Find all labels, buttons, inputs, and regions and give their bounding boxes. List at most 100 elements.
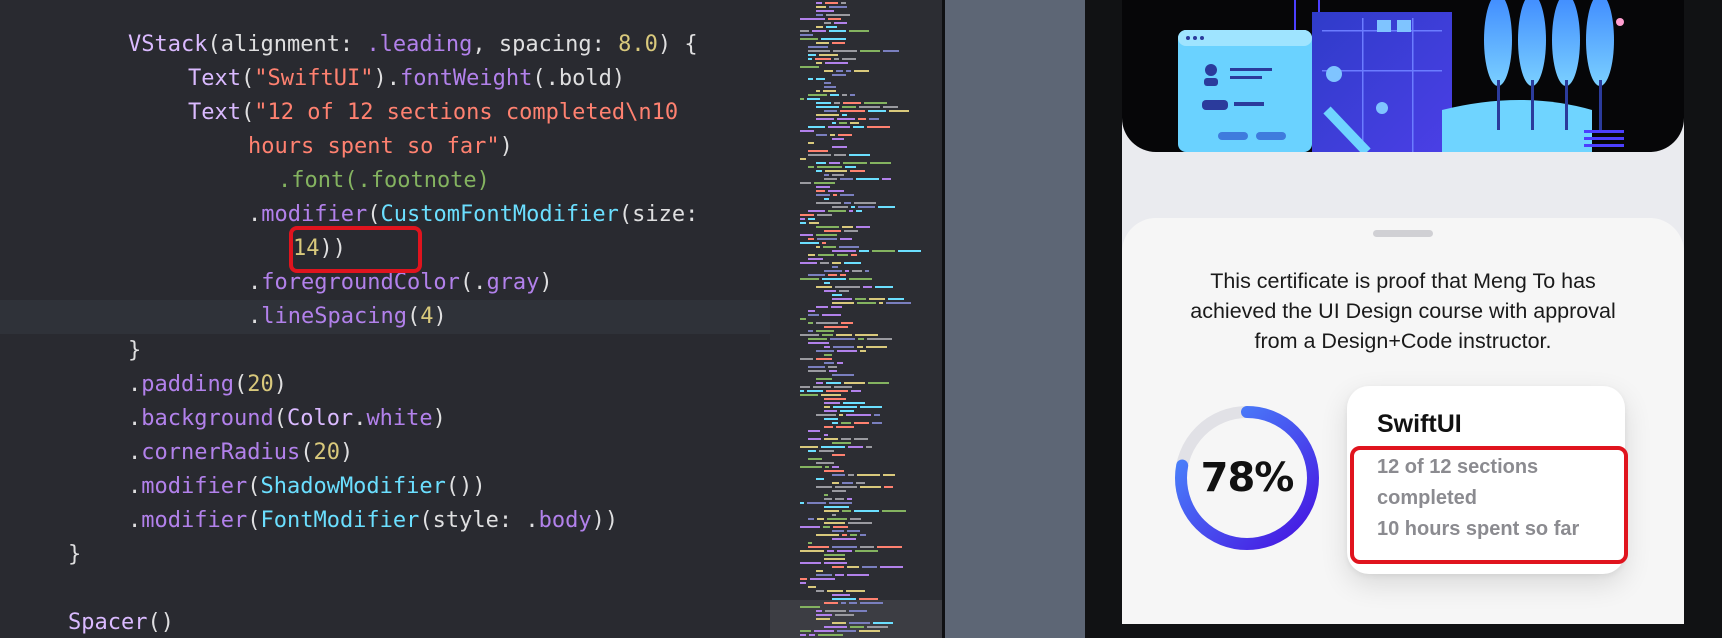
minimap-line — [832, 622, 846, 624]
minimap-line — [854, 202, 876, 204]
minimap-line — [848, 522, 872, 524]
minimap-line — [816, 10, 834, 12]
minimap-line — [816, 478, 824, 480]
minimap-line — [846, 70, 851, 72]
minimap-line — [800, 394, 818, 396]
minimap-line — [824, 406, 830, 408]
code-token: Spacer — [68, 610, 148, 635]
minimap-line — [888, 298, 904, 300]
minimap-line — [872, 250, 895, 252]
code-token: "SwiftUI" — [254, 66, 374, 91]
minimap-line — [824, 510, 839, 512]
code-line[interactable]: .lineSpacing(4) — [0, 300, 770, 334]
minimap-line — [824, 498, 832, 500]
minimap-line — [857, 474, 880, 476]
minimap-line — [814, 630, 834, 632]
minimap-line — [836, 426, 854, 428]
minimap-line — [808, 586, 816, 588]
minimap-line — [889, 110, 909, 112]
minimap-line — [839, 290, 849, 292]
minimap-line — [824, 362, 834, 364]
minimap-line — [832, 138, 844, 140]
code-line[interactable]: .cornerRadius(20) — [0, 436, 770, 470]
minimap-line — [830, 338, 855, 340]
code-token: "12 of 12 sections completed\n10 — [254, 100, 679, 125]
code-token: white — [366, 406, 433, 431]
code-line[interactable]: Text("12 of 12 sections completed\n10 — [0, 96, 770, 130]
minimap-line — [847, 498, 852, 500]
code-line[interactable]: Spacer() — [0, 606, 770, 638]
minimap-line — [851, 390, 861, 392]
minimap-line — [869, 118, 879, 120]
minimap-line — [824, 434, 828, 436]
code-line[interactable] — [0, 572, 770, 606]
minimap-line — [849, 602, 857, 604]
minimap-line — [800, 606, 820, 608]
code-token: 20 — [247, 372, 274, 397]
minimap-line — [824, 270, 842, 272]
code-token: , spacing: — [472, 32, 619, 57]
minimap-line — [816, 62, 822, 64]
minimap-line — [816, 114, 839, 116]
minimap-line — [800, 634, 806, 636]
minimap-line — [824, 554, 845, 556]
code-line[interactable]: .font(.footnote) — [0, 164, 770, 198]
code-line[interactable]: .padding(20) — [0, 368, 770, 402]
minimap-line — [816, 358, 832, 360]
code-token: } — [128, 338, 142, 363]
code-token: ( — [300, 440, 314, 465]
code-line[interactable]: .modifier(FontModifier(style: .body)) — [0, 504, 770, 538]
minimap-line — [883, 106, 898, 108]
minimap-line — [833, 50, 857, 52]
code-token: ()) — [445, 474, 486, 499]
minimap-line — [837, 254, 848, 256]
minimap-line — [837, 630, 856, 632]
minimap-line — [832, 42, 845, 44]
minimap-line — [839, 122, 847, 124]
code-line[interactable]: VStack(alignment: .leading, spacing: 8.0… — [0, 28, 770, 62]
minimap-line — [824, 110, 837, 112]
minimap-line — [834, 386, 852, 388]
minimap-line — [824, 354, 832, 356]
minimap-line — [808, 546, 829, 548]
minimap-line — [832, 294, 842, 296]
minimap-line — [832, 302, 854, 304]
code-token: ) { — [657, 32, 698, 57]
minimap-line — [800, 582, 806, 584]
code-line[interactable]: } — [0, 334, 770, 368]
code-line[interactable]: } — [0, 538, 770, 572]
minimap-line — [849, 210, 853, 212]
code-token: hours spent so far" — [248, 134, 500, 159]
sheet-grabber[interactable] — [1373, 230, 1433, 237]
code-line[interactable]: hours spent so far") — [0, 130, 770, 164]
minimap-line — [826, 382, 841, 384]
code-token: modifier — [261, 202, 368, 227]
code-editor[interactable]: VStack(alignment: .leading, spacing: 8.0… — [0, 0, 770, 638]
minimap-line — [828, 210, 846, 212]
code-line[interactable]: .background(Color.white) — [0, 402, 770, 436]
minimap-line — [859, 598, 878, 600]
minimap-visible-region[interactable] — [770, 600, 942, 638]
minimap[interactable] — [770, 0, 942, 638]
minimap-line — [816, 106, 839, 108]
minimap-line — [807, 502, 826, 504]
code-token: 8.0 — [618, 32, 658, 57]
minimap-line — [808, 438, 821, 440]
minimap-line — [820, 262, 829, 264]
minimap-line — [824, 230, 841, 232]
minimap-line — [857, 302, 876, 304]
code-token: ( — [247, 474, 261, 499]
minimap-line — [882, 510, 906, 512]
minimap-line — [800, 446, 818, 448]
code-line[interactable]: Text("SwiftUI").fontWeight(.bold) — [0, 62, 770, 96]
minimap-line — [816, 202, 841, 204]
code-line[interactable]: .modifier(ShadowModifier()) — [0, 470, 770, 504]
minimap-line — [832, 474, 845, 476]
minimap-line — [849, 278, 872, 280]
minimap-line — [816, 486, 832, 488]
code-token: ( — [240, 100, 255, 125]
minimap-line — [821, 446, 845, 448]
minimap-line — [835, 498, 844, 500]
minimap-line — [809, 634, 815, 636]
minimap-line — [825, 170, 847, 172]
